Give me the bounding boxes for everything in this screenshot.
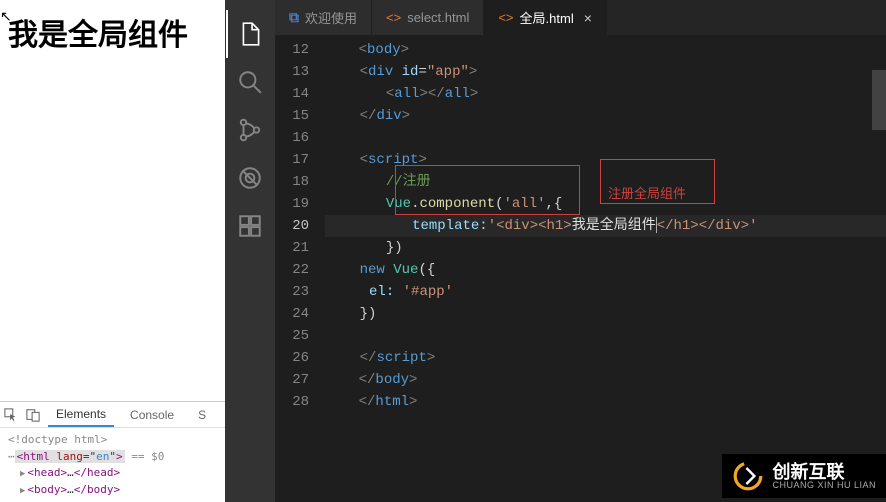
debug-icon[interactable] — [226, 154, 274, 202]
html-node[interactable]: ⋯<html lang="en"> == $0 — [8, 449, 217, 466]
watermark-badge: 创新互联 CHUANG XIN HU LIAN — [722, 454, 886, 498]
preview-heading: 我是全局组件 — [8, 10, 217, 54]
vscode-icon: ⧉ — [289, 9, 299, 26]
tab-welcome-label: 欢迎使用 — [305, 8, 357, 27]
devtools-tabbar: Elements Console S — [0, 402, 225, 428]
search-icon[interactable] — [226, 58, 274, 106]
device-toggle-icon[interactable] — [26, 408, 40, 422]
code-line: //注册 — [325, 171, 886, 193]
code-line: <all></all> — [325, 83, 886, 105]
code-line: }) — [325, 303, 886, 325]
activity-bar — [225, 0, 275, 502]
code-line: }) — [325, 237, 886, 259]
tab-select-label: select.html — [407, 10, 469, 25]
editor-area: ⧉ 欢迎使用 <> select.html <> 全局.html × 12 13 — [275, 0, 886, 502]
code-area[interactable]: 12 13 14 15 16 17 18 19 20 21 22 23 24 2… — [275, 35, 886, 502]
watermark-title: 创新互联 — [772, 463, 876, 481]
tab-select[interactable]: <> select.html — [372, 0, 484, 35]
code-line-current: template:'<div><h1>我是全局组件</h1></div>' — [325, 215, 886, 237]
code-line: <div id="app"> — [325, 61, 886, 83]
vertical-scrollbar[interactable] — [872, 70, 886, 502]
code-line: new Vue({ — [325, 259, 886, 281]
code-line: <body> — [325, 39, 886, 61]
doctype-node: <!doctype html> — [8, 432, 217, 449]
preview-area: 我是全局组件 — [0, 0, 225, 401]
devtools-tab-extra[interactable]: S — [190, 404, 214, 426]
close-icon[interactable]: × — [584, 10, 592, 26]
devtools-panel: Elements Console S <!doctype html> ⋯<htm… — [0, 401, 225, 502]
vscode-editor: ⧉ 欢迎使用 <> select.html <> 全局.html × 12 13 — [225, 0, 886, 502]
body-node[interactable]: ▶<body>…</body> — [8, 482, 217, 499]
code-line: Vue.component('all',{ — [325, 193, 886, 215]
code-line: </html> — [325, 391, 886, 413]
code-line: </body> — [325, 369, 886, 391]
code-line: <script> — [325, 149, 886, 171]
code-lines[interactable]: <body> <div id="app"> <all></all> </div>… — [325, 35, 886, 502]
code-line — [325, 325, 886, 347]
head-node[interactable]: ▶<head>…</head> — [8, 465, 217, 482]
watermark-logo-icon — [732, 460, 764, 492]
source-control-icon[interactable] — [226, 106, 274, 154]
cursor-icon: ↖ — [0, 8, 12, 25]
tab-bar: ⧉ 欢迎使用 <> select.html <> 全局.html × — [275, 0, 886, 35]
code-line: </div> — [325, 105, 886, 127]
html-file-icon: <> — [498, 10, 513, 25]
browser-preview-pane: ↖ 我是全局组件 Elements Console S <!doctype ht… — [0, 0, 225, 502]
watermark-subtitle: CHUANG XIN HU LIAN — [772, 481, 876, 490]
code-line: </script> — [325, 347, 886, 369]
explorer-icon[interactable] — [226, 10, 274, 58]
tab-welcome[interactable]: ⧉ 欢迎使用 — [275, 0, 372, 35]
inspect-icon[interactable] — [4, 408, 18, 422]
extensions-icon[interactable] — [226, 202, 274, 250]
code-line: el: '#app' — [325, 281, 886, 303]
devtools-dom-tree[interactable]: <!doctype html> ⋯<html lang="en"> == $0 … — [0, 428, 225, 502]
line-gutter: 12 13 14 15 16 17 18 19 20 21 22 23 24 2… — [275, 35, 325, 502]
html-file-icon: <> — [386, 10, 401, 25]
tab-global[interactable]: <> 全局.html × — [484, 0, 607, 35]
tab-global-label: 全局.html — [520, 8, 574, 27]
devtools-tab-console[interactable]: Console — [122, 404, 182, 426]
devtools-tab-elements[interactable]: Elements — [48, 403, 114, 427]
code-line — [325, 127, 886, 149]
